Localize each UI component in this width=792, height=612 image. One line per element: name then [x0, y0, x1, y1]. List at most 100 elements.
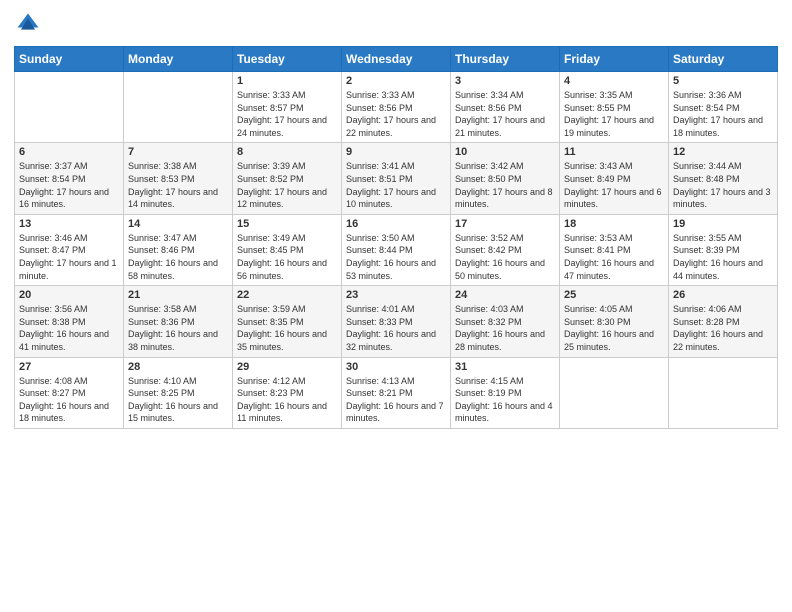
day-number: 6	[19, 146, 119, 158]
day-number: 2	[346, 75, 446, 87]
day-number: 20	[19, 289, 119, 301]
calendar-cell: 18Sunrise: 3:53 AM Sunset: 8:41 PM Dayli…	[560, 214, 669, 285]
calendar-cell	[560, 357, 669, 428]
day-info: Sunrise: 3:42 AM Sunset: 8:50 PM Dayligh…	[455, 160, 555, 210]
day-info: Sunrise: 3:43 AM Sunset: 8:49 PM Dayligh…	[564, 160, 664, 210]
day-number: 31	[455, 361, 555, 373]
day-number: 11	[564, 146, 664, 158]
calendar-cell: 11 Sunrise: 3:43 AM Sunset: 8:49 PM Dayli…	[560, 143, 669, 214]
day-info: Sunrise: 3:38 AM Sunset: 8:53 PM Dayligh…	[128, 160, 228, 210]
calendar-cell: 30 Sunrise: 4:13 AM Sunset: 8:21 PM Dayli…	[342, 357, 451, 428]
calendar-cell: 1 Sunrise: 3:33 AM Sunset: 8:57 PM Daylig…	[233, 72, 342, 143]
day-info: Sunrise: 4:03 AM Sunset: 8:32 PM Dayligh…	[455, 303, 555, 353]
calendar-cell: 9 Sunrise: 3:41 AM Sunset: 8:51 PM Daylig…	[342, 143, 451, 214]
calendar-cell: 29 Sunrise: 4:12 AM Sunset: 8:23 PM Dayli…	[233, 357, 342, 428]
day-info: Sunrise: 3:44 AM Sunset: 8:48 PM Dayligh…	[673, 160, 773, 210]
day-number: 5	[673, 75, 773, 87]
day-info: Sunrise: 4:12 AM Sunset: 8:23 PM Dayligh…	[237, 375, 337, 425]
day-number: 26	[673, 289, 773, 301]
day-number: 10	[455, 146, 555, 158]
day-info: Sunrise: 4:06 AM Sunset: 8:28 PM Dayligh…	[673, 303, 773, 353]
page: SundayMondayTuesdayWednesdayThursdayFrid…	[0, 0, 792, 612]
day-info: Sunrise: 4:05 AM Sunset: 8:30 PM Dayligh…	[564, 303, 664, 353]
weekday-header-wednesday: Wednesday	[342, 47, 451, 72]
day-number: 1	[237, 75, 337, 87]
day-info: Sunrise: 3:33 AM Sunset: 8:57 PM Dayligh…	[237, 89, 337, 139]
day-info: Sunrise: 3:56 AM Sunset: 8:38 PM Dayligh…	[19, 303, 119, 353]
weekday-header-tuesday: Tuesday	[233, 47, 342, 72]
day-number: 22	[237, 289, 337, 301]
day-number: 21	[128, 289, 228, 301]
day-info: Sunrise: 3:37 AM Sunset: 8:54 PM Dayligh…	[19, 160, 119, 210]
day-info: Sunrise: 4:15 AM Sunset: 8:19 PM Dayligh…	[455, 375, 555, 425]
week-row-3: 13 Sunrise: 3:46 AM Sunset: 8:47 PM Dayli…	[15, 214, 778, 285]
week-row-1: 1 Sunrise: 3:33 AM Sunset: 8:57 PM Daylig…	[15, 72, 778, 143]
calendar-cell: 31 Sunrise: 4:15 AM Sunset: 8:19 PM Dayli…	[451, 357, 560, 428]
day-number: 24	[455, 289, 555, 301]
weekday-header-saturday: Saturday	[669, 47, 778, 72]
calendar-cell: 16Sunrise: 3:50 AM Sunset: 8:44 PM Dayli…	[342, 214, 451, 285]
calendar-cell: 27Sunrise: 4:08 AM Sunset: 8:27 PM Dayli…	[15, 357, 124, 428]
day-info: Sunrise: 4:13 AM Sunset: 8:21 PM Dayligh…	[346, 375, 446, 425]
day-info: Sunrise: 3:41 AM Sunset: 8:51 PM Dayligh…	[346, 160, 446, 210]
day-number: 25	[564, 289, 664, 301]
day-info: Sunrise: 4:08 AM Sunset: 8:27 PM Dayligh…	[19, 375, 119, 425]
header	[14, 10, 778, 38]
week-row-5: 27Sunrise: 4:08 AM Sunset: 8:27 PM Dayli…	[15, 357, 778, 428]
calendar-cell: 19 Sunrise: 3:55 AM Sunset: 8:39 PM Dayli…	[669, 214, 778, 285]
day-info: Sunrise: 3:46 AM Sunset: 8:47 PM Dayligh…	[19, 232, 119, 282]
weekday-header-sunday: Sunday	[15, 47, 124, 72]
calendar-cell: 10 Sunrise: 3:42 AM Sunset: 8:50 PM Dayli…	[451, 143, 560, 214]
calendar-cell: 2 Sunrise: 3:33 AM Sunset: 8:56 PM Daylig…	[342, 72, 451, 143]
day-info: Sunrise: 3:35 AM Sunset: 8:55 PM Dayligh…	[564, 89, 664, 139]
day-number: 29	[237, 361, 337, 373]
day-info: Sunrise: 3:58 AM Sunset: 8:36 PM Dayligh…	[128, 303, 228, 353]
weekday-header-friday: Friday	[560, 47, 669, 72]
week-row-2: 6 Sunrise: 3:37 AM Sunset: 8:54 PM Daylig…	[15, 143, 778, 214]
day-number: 7	[128, 146, 228, 158]
logo-icon	[14, 10, 42, 38]
calendar-cell: 5 Sunrise: 3:36 AM Sunset: 8:54 PM Daylig…	[669, 72, 778, 143]
day-number: 19	[673, 218, 773, 230]
calendar-cell: 17Sunrise: 3:52 AM Sunset: 8:42 PM Dayli…	[451, 214, 560, 285]
day-info: Sunrise: 3:36 AM Sunset: 8:54 PM Dayligh…	[673, 89, 773, 139]
day-info: Sunrise: 3:47 AM Sunset: 8:46 PM Dayligh…	[128, 232, 228, 282]
day-number: 8	[237, 146, 337, 158]
day-info: Sunrise: 3:34 AM Sunset: 8:56 PM Dayligh…	[455, 89, 555, 139]
day-number: 15	[237, 218, 337, 230]
day-info: Sunrise: 3:39 AM Sunset: 8:52 PM Dayligh…	[237, 160, 337, 210]
day-number: 12	[673, 146, 773, 158]
calendar-cell: 26 Sunrise: 4:06 AM Sunset: 8:28 PM Dayli…	[669, 286, 778, 357]
calendar-cell: 6 Sunrise: 3:37 AM Sunset: 8:54 PM Daylig…	[15, 143, 124, 214]
calendar-cell: 15 Sunrise: 3:49 AM Sunset: 8:45 PM Dayli…	[233, 214, 342, 285]
calendar-cell: 14 Sunrise: 3:47 AM Sunset: 8:46 PM Dayli…	[124, 214, 233, 285]
day-info: Sunrise: 3:33 AM Sunset: 8:56 PM Dayligh…	[346, 89, 446, 139]
day-number: 23	[346, 289, 446, 301]
calendar-cell: 21 Sunrise: 3:58 AM Sunset: 8:36 PM Dayli…	[124, 286, 233, 357]
day-number: 9	[346, 146, 446, 158]
day-number: 4	[564, 75, 664, 87]
weekday-header-row: SundayMondayTuesdayWednesdayThursdayFrid…	[15, 47, 778, 72]
calendar-cell	[124, 72, 233, 143]
day-number: 13	[19, 218, 119, 230]
weekday-header-thursday: Thursday	[451, 47, 560, 72]
day-info: Sunrise: 3:53 AM Sunset: 8:41 PM Dayligh…	[564, 232, 664, 282]
day-number: 16	[346, 218, 446, 230]
calendar-cell: 25 Sunrise: 4:05 AM Sunset: 8:30 PM Dayli…	[560, 286, 669, 357]
day-info: Sunrise: 3:55 AM Sunset: 8:39 PM Dayligh…	[673, 232, 773, 282]
day-number: 30	[346, 361, 446, 373]
calendar-cell	[669, 357, 778, 428]
day-info: Sunrise: 4:10 AM Sunset: 8:25 PM Dayligh…	[128, 375, 228, 425]
calendar-cell: 24 Sunrise: 4:03 AM Sunset: 8:32 PM Dayli…	[451, 286, 560, 357]
day-info: Sunrise: 3:49 AM Sunset: 8:45 PM Dayligh…	[237, 232, 337, 282]
calendar-cell: 28Sunrise: 4:10 AM Sunset: 8:25 PM Dayli…	[124, 357, 233, 428]
day-number: 14	[128, 218, 228, 230]
calendar-cell: 4 Sunrise: 3:35 AM Sunset: 8:55 PM Daylig…	[560, 72, 669, 143]
calendar-cell: 8 Sunrise: 3:39 AM Sunset: 8:52 PM Daylig…	[233, 143, 342, 214]
calendar: SundayMondayTuesdayWednesdayThursdayFrid…	[14, 46, 778, 429]
calendar-cell: 22 Sunrise: 3:59 AM Sunset: 8:35 PM Dayli…	[233, 286, 342, 357]
day-info: Sunrise: 3:59 AM Sunset: 8:35 PM Dayligh…	[237, 303, 337, 353]
weekday-header-monday: Monday	[124, 47, 233, 72]
calendar-cell: 23Sunrise: 4:01 AM Sunset: 8:33 PM Dayli…	[342, 286, 451, 357]
calendar-cell: 7 Sunrise: 3:38 AM Sunset: 8:53 PM Daylig…	[124, 143, 233, 214]
